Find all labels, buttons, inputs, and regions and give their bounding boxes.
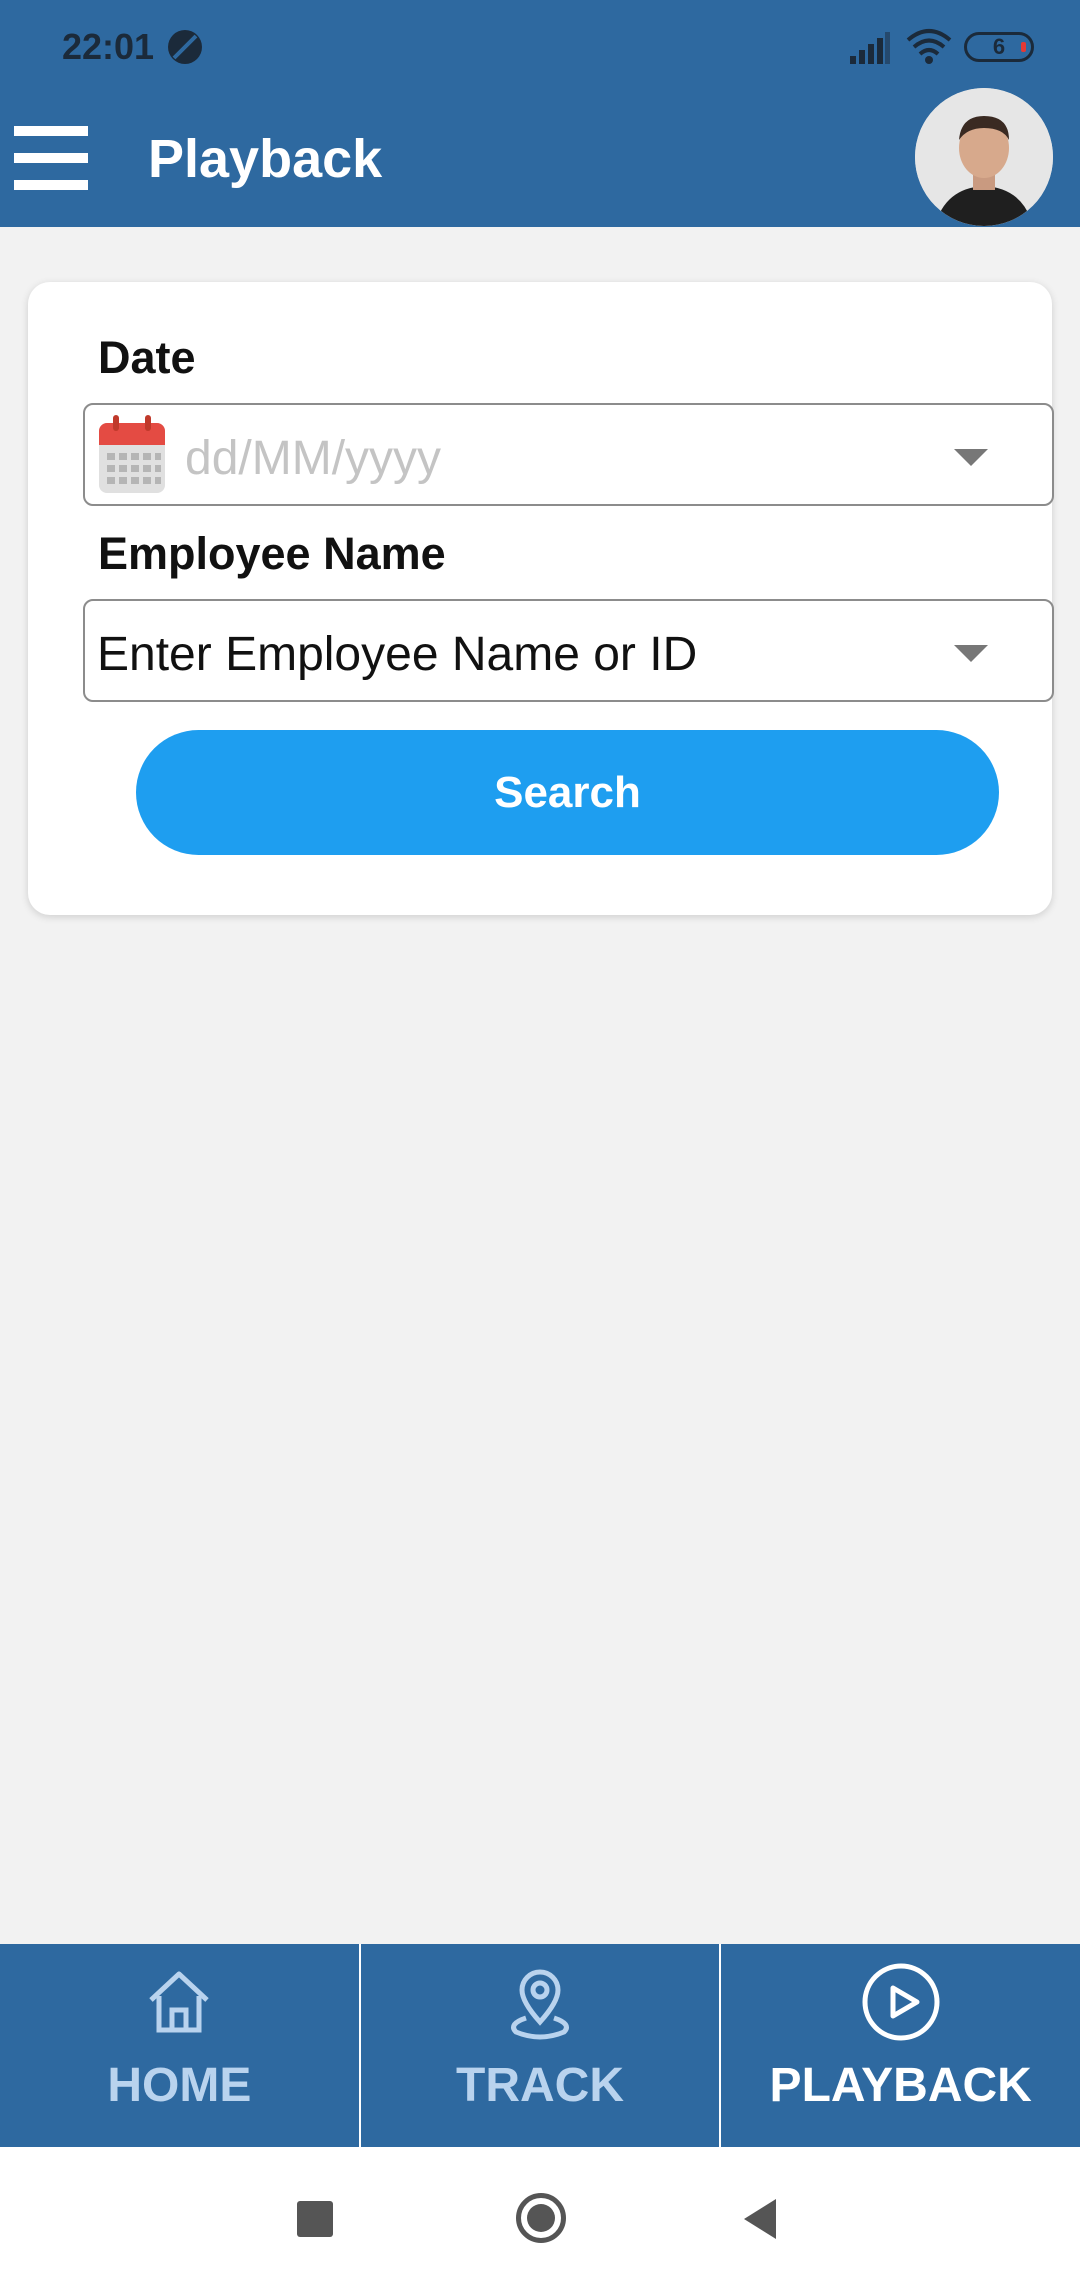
status-time: 22:01 <box>62 26 155 67</box>
nav-label-track: TRACK <box>456 2059 624 2112</box>
nav-item-home[interactable]: HOME <box>0 1944 359 2147</box>
system-navigation-bar <box>0 2147 1080 2280</box>
date-field[interactable]: dd/MM/yyyy <box>83 403 1054 506</box>
date-label: Date <box>98 332 196 383</box>
search-form-card: Date dd/MM/yyyy Employee Name Enter Empl… <box>28 282 1054 915</box>
chevron-down-icon <box>954 645 988 662</box>
nav-label-home: HOME <box>107 2059 252 2112</box>
employee-name-label: Employee Name <box>98 528 446 579</box>
home-icon <box>149 1971 210 2033</box>
location-pin-icon <box>511 1969 569 2040</box>
employee-name-value: Enter Employee Name or ID <box>97 628 698 681</box>
back-button[interactable] <box>744 2199 776 2239</box>
nav-item-playback[interactable]: PLAYBACK <box>721 1944 1080 2147</box>
play-circle-icon <box>862 1963 940 2041</box>
avatar[interactable] <box>915 88 1053 226</box>
search-button[interactable]: Search <box>136 730 999 855</box>
bottom-navigation: HOME TRACK PLAYBACK <box>0 1944 1080 2147</box>
home-button[interactable] <box>516 2193 566 2243</box>
nav-label-playback: PLAYBACK <box>769 2059 1032 2112</box>
nav-item-track[interactable]: TRACK <box>360 1944 720 2147</box>
menu-icon[interactable] <box>14 126 88 190</box>
wifi-icon <box>906 29 952 64</box>
employee-name-field[interactable]: Enter Employee Name or ID <box>83 599 1054 702</box>
calendar-icon <box>99 415 165 493</box>
battery-level: 6 <box>992 34 1006 59</box>
app-header: 22:01 6 Playback <box>0 0 1080 227</box>
date-placeholder: dd/MM/yyyy <box>185 432 442 485</box>
sync-status-icon <box>168 30 202 64</box>
chevron-down-icon <box>954 449 988 466</box>
battery-icon: 6 <box>964 32 1034 62</box>
signal-icon <box>850 32 890 64</box>
page-title: Playback <box>148 129 383 189</box>
recents-button[interactable] <box>297 2201 333 2237</box>
